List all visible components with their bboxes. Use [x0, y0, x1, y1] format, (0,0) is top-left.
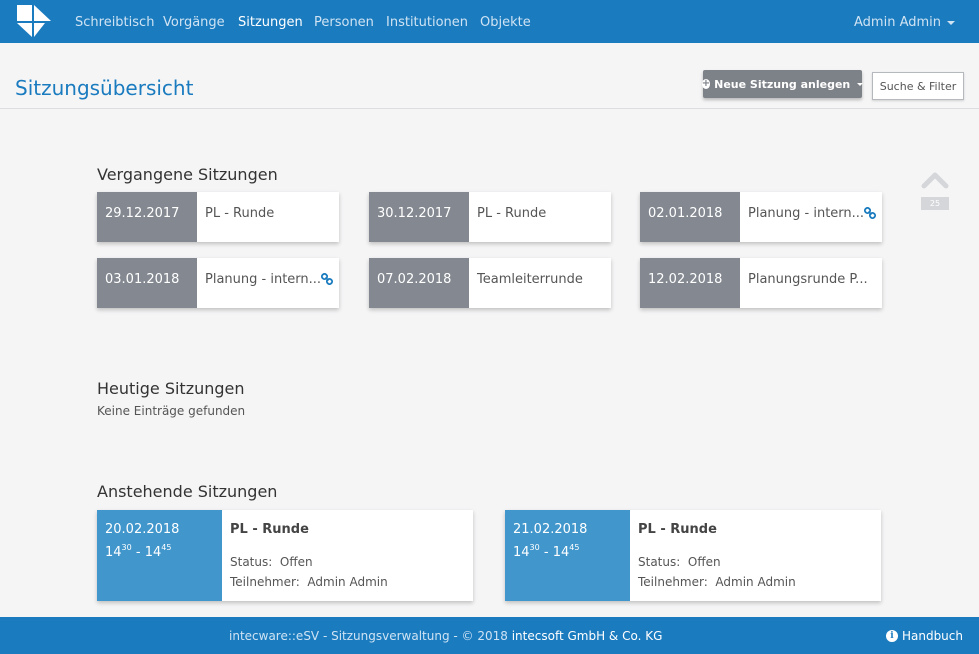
session-date: 07.02.2018 [369, 258, 469, 308]
past-session-card[interactable]: 29.12.2017 PL - Runde [97, 192, 339, 242]
start-minute: 30 [121, 543, 132, 552]
footer-app-text: intecware::eSV - Sitzungsverwaltung - © … [229, 629, 512, 643]
session-participants: Teilnehmer: Admin Admin [230, 575, 473, 589]
session-name: Planungsrunde P... [740, 258, 882, 308]
session-name-text: Teamleiterrunde [477, 272, 583, 287]
empty-message: Keine Einträge gefunden [97, 404, 246, 418]
scroll-count-badge: 25 [921, 197, 949, 210]
nav-item-vorgaenge[interactable]: Vorgänge [163, 15, 225, 30]
chevron-up-icon [921, 172, 949, 189]
session-date: 03.01.2018 [97, 258, 197, 308]
session-name-text: PL - Runde [477, 206, 547, 221]
nav-item-schreibtisch[interactable]: Schreibtisch [75, 15, 154, 30]
past-session-card[interactable]: 07.02.2018 Teamleiterrunde [369, 258, 611, 308]
top-navbar: Schreibtisch Vorgänge Sitzungen Personen… [0, 0, 979, 43]
session-name: Planung - intern... [740, 192, 882, 242]
new-session-label: Neue Sitzung anlegen [714, 77, 851, 91]
session-name: Teamleiterrunde [469, 258, 611, 308]
past-session-card[interactable]: 03.01.2018 Planung - intern... [97, 258, 339, 308]
session-time: 1430 - 1445 [105, 543, 172, 560]
session-status: Status: Offen [638, 555, 881, 569]
help-label: Handbuch [901, 629, 963, 643]
help-link[interactable]: i Handbuch [885, 629, 963, 643]
nav-item-personen[interactable]: Personen [314, 15, 374, 30]
session-name: PL - Runde [230, 522, 309, 537]
main-content: Vergangene Sitzungen 29.12.2017 PL - Run… [0, 110, 979, 617]
scroll-top-button[interactable]: 25 [921, 170, 949, 210]
status-value: Offen [279, 555, 313, 569]
status-label: Status: [638, 555, 681, 569]
end-hour: 14 [552, 545, 570, 560]
session-details: PL - Runde Status: Offen Teilnehmer: Adm… [630, 510, 881, 601]
session-participants: Teilnehmer: Admin Admin [638, 575, 881, 589]
end-hour: 14 [144, 545, 162, 560]
session-date: 12.02.2018 [640, 258, 740, 308]
link-icon [321, 273, 333, 285]
page-header: Sitzungsübersicht + Neue Sitzung anlegen… [0, 43, 979, 109]
past-session-card[interactable]: 30.12.2017 PL - Runde [369, 192, 611, 242]
start-hour: 14 [513, 545, 530, 560]
footer-company[interactable]: intecsoft GmbH & Co. KG [512, 629, 663, 643]
session-date-block: 20.02.2018 1430 - 1445 [97, 510, 222, 601]
session-details: PL - Runde Status: Offen Teilnehmer: Adm… [222, 510, 473, 601]
session-name-text: PL - Runde [205, 206, 275, 221]
past-session-card[interactable]: 02.01.2018 Planung - intern... [640, 192, 882, 242]
page-title: Sitzungsübersicht [15, 76, 194, 100]
nav-item-objekte[interactable]: Objekte [480, 15, 531, 30]
past-sessions-title: Vergangene Sitzungen [97, 165, 278, 184]
session-name: PL - Runde [638, 522, 717, 537]
user-menu[interactable]: Admin Admin [854, 15, 955, 30]
nav-item-sitzungen[interactable]: Sitzungen [238, 15, 303, 30]
participants-label: Teilnehmer: [230, 575, 300, 589]
user-name: Admin Admin [854, 15, 941, 30]
link-icon [864, 207, 876, 219]
status-value: Offen [687, 555, 721, 569]
session-status: Status: Offen [230, 555, 473, 569]
footer: intecware::eSV - Sitzungsverwaltung - © … [0, 617, 979, 654]
end-minute: 45 [161, 543, 172, 552]
session-name: PL - Runde [469, 192, 611, 242]
new-session-button[interactable]: + Neue Sitzung anlegen [701, 70, 864, 98]
info-icon: i [885, 630, 898, 642]
session-name: PL - Runde [197, 192, 339, 242]
participants-value: Admin Admin [715, 575, 796, 589]
chevron-down-icon [947, 20, 955, 25]
session-name: Planung - intern... [197, 258, 339, 308]
today-sessions-title: Heutige Sitzungen [97, 379, 245, 398]
session-name-text: Planung - intern... [748, 206, 865, 221]
past-session-card[interactable]: 12.02.2018 Planungsrunde P... [640, 258, 882, 308]
search-filter-button[interactable]: Suche & Filter [872, 72, 964, 100]
participants-label: Teilnehmer: [638, 575, 708, 589]
upcoming-session-card[interactable]: 20.02.2018 1430 - 1445 PL - Runde Status… [97, 510, 473, 601]
plus-circle-icon: + [701, 78, 711, 89]
session-name-text: Planungsrunde P... [748, 272, 868, 287]
session-date: 29.12.2017 [97, 192, 197, 242]
start-minute: 30 [529, 543, 540, 552]
start-hour: 14 [105, 545, 122, 560]
upcoming-session-card[interactable]: 21.02.2018 1430 - 1445 PL - Runde Status… [505, 510, 881, 601]
session-date: 02.01.2018 [640, 192, 740, 242]
session-name-text: Planung - intern... [205, 272, 322, 287]
session-date-block: 21.02.2018 1430 - 1445 [505, 510, 630, 601]
app-logo[interactable] [17, 5, 51, 37]
session-date: 30.12.2017 [369, 192, 469, 242]
footer-copyright: intecware::eSV - Sitzungsverwaltung - © … [229, 629, 662, 643]
end-minute: 45 [569, 543, 580, 552]
chevron-down-icon [857, 82, 864, 86]
session-date: 21.02.2018 [513, 522, 588, 537]
session-date: 20.02.2018 [105, 522, 180, 537]
session-time: 1430 - 1445 [513, 543, 580, 560]
participants-value: Admin Admin [307, 575, 388, 589]
nav-item-institutionen[interactable]: Institutionen [386, 15, 468, 30]
upcoming-sessions-title: Anstehende Sitzungen [97, 482, 278, 501]
status-label: Status: [230, 555, 273, 569]
